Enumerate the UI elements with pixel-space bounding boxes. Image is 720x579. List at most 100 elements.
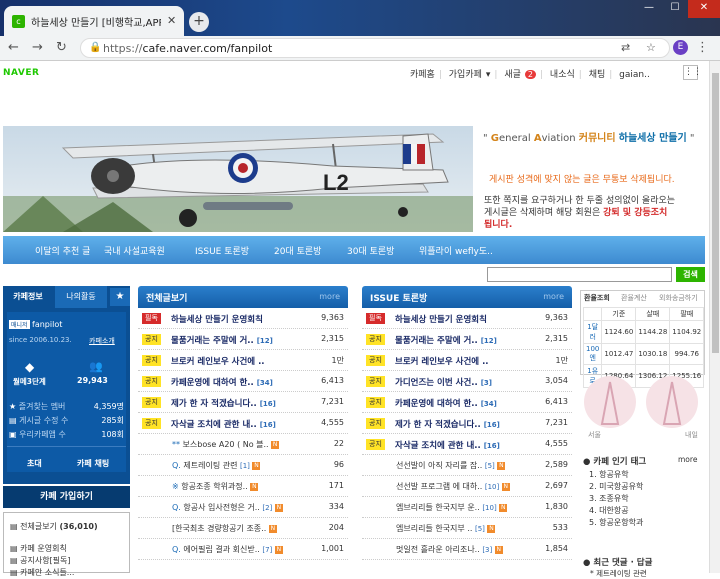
apps-grid-icon[interactable]: ⋮⋮: [683, 65, 702, 80]
menu-all-posts[interactable]: ▤ 전체글보기 (36,010): [10, 521, 98, 532]
post-title[interactable]: 하늘세상 만들기 운영회칙: [395, 313, 525, 325]
news-link[interactable]: 새글: [504, 67, 521, 80]
table-row[interactable]: 공지 물품거래는 주말에 거.. [12] 2,315: [362, 329, 572, 350]
menu-item-30s[interactable]: 30대 토론방: [347, 244, 394, 257]
table-row[interactable]: ※ 항공조종 학위과정.. N 171: [138, 476, 348, 497]
forward-arrow-icon[interactable]: →: [32, 40, 43, 55]
tag-item[interactable]: 5. 항공운항학과: [589, 517, 643, 528]
bookmark-star-icon[interactable]: ☆: [646, 41, 656, 54]
tab-remit[interactable]: 외화송금하기: [659, 293, 698, 303]
table-row[interactable]: 공지 자삭글 조치에 관한 내.. [16] 4,555: [362, 434, 572, 455]
tab-rate-calc[interactable]: 환율계산: [621, 293, 647, 303]
board-title[interactable]: ISSUE 토론방: [370, 291, 427, 304]
table-row[interactable]: Q. 항공사 입사전형은 거.. [2] N 334: [138, 497, 348, 518]
menu-item-wefly[interactable]: 위플라이 wefly도..: [419, 244, 493, 257]
post-title[interactable]: 브로커 레인보우 사건에 ..: [171, 355, 301, 367]
menu-notice[interactable]: ▤ 공지사항[필독]: [10, 555, 71, 566]
table-row[interactable]: 멋일전 흘라운 아리조나.. [3] N 1,854: [362, 539, 572, 560]
post-title[interactable]: 제가 한 자 적겠습니다.. [16]: [395, 418, 525, 430]
favorite-star-icon[interactable]: ★: [110, 288, 130, 306]
popular-more-link[interactable]: more: [678, 455, 697, 464]
post-title[interactable]: 선선발 프로그램 에 대하.. [10] N: [396, 481, 546, 492]
tab-my-activity[interactable]: 나의활동: [55, 286, 107, 308]
recent-comment-item[interactable]: * 제트레이팅 관련: [590, 568, 647, 579]
window-close-button[interactable]: ✕: [688, 0, 720, 18]
table-row[interactable]: 필독 하늘세상 만들기 운영회칙 9,363: [138, 308, 348, 329]
post-title[interactable]: Q. 항공사 입사전형은 거.. [2] N: [172, 502, 322, 513]
tag-item[interactable]: 3. 조종유학: [589, 493, 629, 504]
new-tab-button[interactable]: +: [189, 12, 209, 32]
minimize-button[interactable]: —: [636, 0, 662, 18]
scrollbar-thumb[interactable]: [712, 73, 719, 353]
table-row[interactable]: 공지 카페운영에 대하여 한.. [34] 6,413: [362, 392, 572, 413]
post-title[interactable]: 가디언즈는 이번 사건.. [3]: [395, 376, 525, 388]
table-row[interactable]: 공지 브로커 레인보우 사건에 .. 1만: [138, 350, 348, 371]
invite-button[interactable]: 초대: [27, 458, 42, 469]
translate-icon[interactable]: ⇄: [621, 41, 630, 54]
tag-item[interactable]: 4. 대한항공: [589, 505, 629, 516]
post-title[interactable]: Q. 제트레이팅 관련 [1] N: [172, 460, 322, 471]
browser-tab[interactable]: c 하늘세상 만들기 [비행학교,APP ✕: [4, 6, 184, 36]
member-count[interactable]: 29,943: [77, 376, 108, 385]
post-title[interactable]: 자삭글 조치에 관한 내.. [16]: [171, 418, 301, 430]
post-title[interactable]: 하늘세상 만들기 운영회칙: [171, 313, 301, 325]
menu-rules[interactable]: ▤ 카페 운영회칙: [10, 543, 67, 554]
menu-item-recommended[interactable]: 이달의 추천 글: [35, 244, 90, 257]
maximize-button[interactable]: ☐: [662, 0, 688, 18]
url-bar[interactable]: 🔒 https://cafe.naver.com/fanpilot ⇄ ☆: [80, 38, 670, 58]
tab-close-icon[interactable]: ✕: [167, 14, 176, 27]
board-more-link[interactable]: more: [319, 292, 340, 301]
post-title[interactable]: 물품거래는 주말에 거.. [12]: [171, 334, 301, 346]
table-row[interactable]: Q. 에어필립 결과 회신받.. [7] N 1,001: [138, 539, 348, 560]
profile-avatar[interactable]: E: [673, 40, 688, 55]
board-more-link[interactable]: more: [543, 292, 564, 301]
table-row[interactable]: 공지 제가 한 자 적겠습니다.. [16] 7,231: [362, 413, 572, 434]
table-row[interactable]: ** 보스bose A20 ( No 블.. N 22: [138, 434, 348, 455]
post-title[interactable]: Q. 에어필립 결과 회신받.. [7] N: [172, 544, 322, 555]
tab-cafe-info[interactable]: 카페정보: [3, 286, 53, 308]
table-row[interactable]: 선선발 프로그램 에 대하.. [10] N 2,697: [362, 476, 572, 497]
table-row[interactable]: 공지 물품거래는 주말에 거.. [12] 2,315: [138, 329, 348, 350]
tag-item[interactable]: 1. 항공유학: [589, 469, 629, 480]
table-row[interactable]: 공지 제가 한 자 적겠습니다.. [16] 7,231: [138, 392, 348, 413]
naver-logo[interactable]: NAVER: [3, 68, 39, 78]
post-title[interactable]: 브로커 레인보우 사건에 ..: [395, 355, 525, 367]
table-row[interactable]: 공지 가디언즈는 이번 사건.. [3] 3,054: [362, 371, 572, 392]
cafe-chat-button[interactable]: 카페 채팅: [77, 458, 109, 469]
post-title[interactable]: ** 보스bose A20 ( No 블.. N: [172, 439, 322, 450]
post-title[interactable]: 멋일전 흘라운 아리조나.. [3] N: [396, 544, 546, 555]
reload-icon[interactable]: ↻: [56, 40, 67, 55]
post-title[interactable]: ※ 항공조종 학위과정.. N: [172, 481, 322, 492]
feed-link[interactable]: 내소식: [550, 67, 575, 80]
join-cafe-button[interactable]: 카페 가입하기: [3, 486, 130, 508]
manager-name[interactable]: fanpilot: [32, 320, 62, 329]
cafe-search-input[interactable]: [487, 267, 672, 282]
joined-cafe-link[interactable]: 가입카페: [449, 67, 482, 80]
table-row[interactable]: 공지 브로커 레인보우 사건에 .. 1만: [362, 350, 572, 371]
post-title[interactable]: 카페운영에 대하여 한.. [34]: [171, 376, 301, 388]
board-title[interactable]: 전체글보기: [146, 291, 187, 304]
back-arrow-icon[interactable]: ←: [8, 40, 19, 55]
table-row[interactable]: 엠브리리들 한국지부 .. [5] N 533: [362, 518, 572, 539]
table-row[interactable]: Q. 제트레이팅 관련 [1] N 96: [138, 455, 348, 476]
post-title[interactable]: 제가 한 자 적겠습니다.. [16]: [171, 397, 301, 409]
post-title[interactable]: 선선발이 아직 자리를 잡.. [5] N: [396, 460, 546, 471]
table-row[interactable]: 공지 자삭글 조치에 관한 내.. [16] 4,555: [138, 413, 348, 434]
table-row[interactable]: 선선발이 아직 자리를 잡.. [5] N 2,589: [362, 455, 572, 476]
chat-link[interactable]: 채팅: [589, 67, 606, 80]
menu-item-20s[interactable]: 20대 토론방: [274, 244, 321, 257]
cafe-intro-link[interactable]: 카페소개: [89, 336, 115, 346]
table-row[interactable]: 필독 하늘세상 만들기 운영회칙 9,363: [362, 308, 572, 329]
post-title[interactable]: 카페운영에 대하여 한.. [34]: [395, 397, 525, 409]
tag-item[interactable]: 2. 미국항공유학: [589, 481, 643, 492]
menu-item-domestic[interactable]: 국내 사설교육원: [104, 244, 165, 257]
page-scrollbar[interactable]: [709, 61, 720, 573]
dropdown-icon[interactable]: ▾: [486, 70, 491, 80]
post-title[interactable]: [한국최초 경량항공기 조종.. N: [172, 523, 322, 534]
table-row[interactable]: [한국최초 경량항공기 조종.. N 204: [138, 518, 348, 539]
user-menu[interactable]: gaian..: [619, 70, 650, 80]
table-row[interactable]: 엠브리리들 한국지부 운.. [10] N 1,830: [362, 497, 572, 518]
cafe-home-link[interactable]: 카페홈: [410, 67, 435, 80]
post-title[interactable]: 자삭글 조치에 관한 내.. [16]: [395, 439, 525, 451]
menu-item-issue[interactable]: ISSUE 토론방: [195, 244, 249, 257]
